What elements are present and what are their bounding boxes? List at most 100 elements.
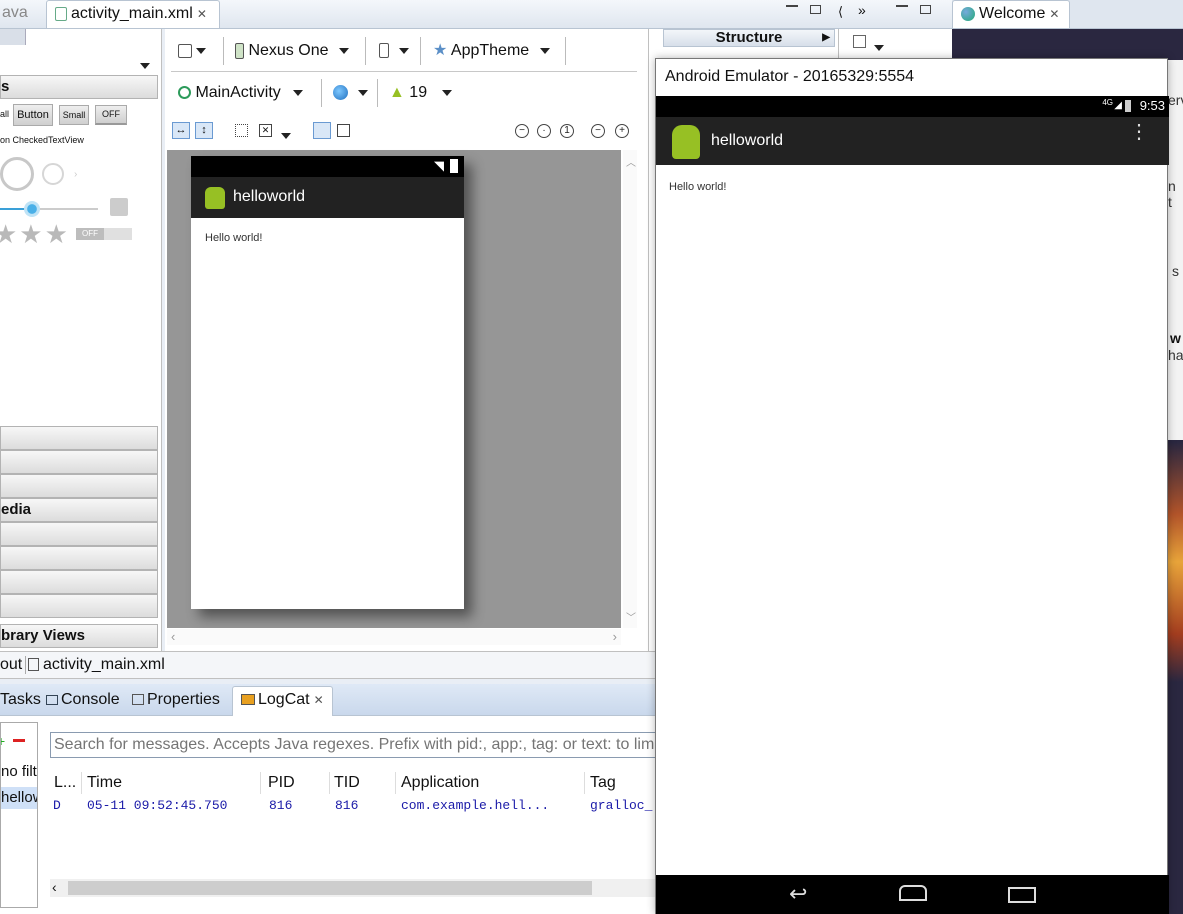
column-level[interactable]: L... <box>50 772 82 794</box>
gravity-icon[interactable]: ✕ <box>259 124 272 137</box>
canvas-horizontal-scrollbar[interactable]: ‹ › <box>167 629 621 645</box>
column-application[interactable]: Application <box>397 772 585 794</box>
welcome-text-partial-2: n t <box>1168 178 1176 210</box>
tab-logcat[interactable]: LogCat ✕ <box>232 686 333 716</box>
palette-section-transitions[interactable] <box>0 546 158 570</box>
table-row[interactable]: D 05-11 09:52:45.750 816 816 com.example… <box>50 798 656 816</box>
globe-icon <box>333 85 348 101</box>
scroll-left-icon[interactable]: ‹ <box>171 629 175 644</box>
logcat-horizontal-scrollbar[interactable]: ‹ <box>50 879 656 897</box>
palette-section-other[interactable] <box>0 594 158 618</box>
emulator-hello-text[interactable]: Hello world! <box>669 181 726 193</box>
overflow-menu-icon[interactable]: ⋮ <box>1129 122 1149 142</box>
tab-graphical-layout[interactable]: out <box>0 656 27 674</box>
filter-item-all[interactable]: no filt <box>1 763 37 780</box>
maximize-icon[interactable] <box>810 5 821 14</box>
gravity-dropdown[interactable] <box>281 127 291 144</box>
theme-chooser[interactable]: ★ AppTheme <box>433 40 550 62</box>
welcome-icon <box>961 6 975 21</box>
palette-section-widgets[interactable]: s <box>0 75 158 99</box>
activity-chooser[interactable]: MainActivity <box>178 82 304 104</box>
palette-checked-text-view[interactable]: on CheckedTextView <box>0 135 84 145</box>
tab-welcome[interactable]: Welcome ✕ <box>952 0 1070 28</box>
palette-small-button-partial[interactable]: all <box>0 109 9 119</box>
palette-switch-widget[interactable]: OFF <box>76 228 132 240</box>
preview-action-bar: helloworld <box>191 177 464 218</box>
palette-section-text-fields[interactable] <box>0 426 158 450</box>
column-time[interactable]: Time <box>83 772 261 794</box>
add-filter-icon[interactable]: + <box>1 733 5 749</box>
logcat-panel: + no filt hellow L... Time PID TID Appli… <box>0 716 656 914</box>
home-icon[interactable] <box>899 885 927 901</box>
column-pid[interactable]: PID <box>264 772 330 794</box>
toggle-fill-width-icon[interactable]: ↔ <box>172 122 190 139</box>
palette-quick-contact[interactable] <box>110 198 128 216</box>
baseline-icon[interactable] <box>313 122 331 139</box>
layout-canvas[interactable]: ◥ helloworld Hello world! <box>167 150 621 628</box>
toggle-fill-height-icon[interactable]: ↕ <box>195 122 213 139</box>
minimize-icon[interactable] <box>896 4 908 7</box>
palette-dropdown-arrow[interactable] <box>140 57 150 74</box>
zoom-in-icon[interactable]: + <box>615 124 629 138</box>
tab-activity-main-xml[interactable]: activity_main.xml ✕ <box>46 0 220 28</box>
tab-properties[interactable]: Properties <box>124 687 228 715</box>
palette-section-composite[interactable] <box>0 474 158 498</box>
chevron-right-icon[interactable]: ▶ <box>822 30 830 46</box>
canvas-vertical-scrollbar[interactable]: ︿ ﹀ <box>623 150 637 628</box>
logcat-search-input[interactable] <box>50 732 656 758</box>
palette-button-widget[interactable]: Button <box>13 104 53 126</box>
scroll-right-icon[interactable]: › <box>613 629 617 644</box>
back-icon[interactable]: ↩ <box>789 881 807 907</box>
palette-seekbar-thumb[interactable] <box>24 201 40 217</box>
close-icon[interactable]: ✕ <box>1049 7 1059 21</box>
structure-header[interactable]: Structure ▶ <box>663 29 835 47</box>
palette-progress-large[interactable] <box>0 157 34 191</box>
palette-section-custom-library[interactable]: brary Views <box>0 624 158 648</box>
palette-small-button-widget[interactable]: Small <box>59 105 89 125</box>
tab-xml-source[interactable]: activity_main.xml <box>28 656 165 674</box>
palette-progress-small[interactable]: › <box>74 169 77 180</box>
zoom-out-icon[interactable]: − <box>515 124 529 138</box>
margins-icon[interactable] <box>235 124 248 137</box>
minimize-icon[interactable] <box>786 4 798 7</box>
tab-java-partial[interactable]: ava <box>0 0 36 28</box>
config-chooser[interactable] <box>178 40 207 62</box>
scroll-up-icon[interactable]: ︿ <box>626 154 636 169</box>
scroll-left-icon[interactable]: ‹ <box>52 879 57 895</box>
palette-section-layouts[interactable] <box>0 450 158 474</box>
center-icon[interactable] <box>337 124 350 137</box>
palette-progress-normal[interactable] <box>42 163 64 185</box>
column-tid[interactable]: TID <box>330 772 396 794</box>
preview-hello-text[interactable]: Hello world! <box>205 232 262 244</box>
column-tag[interactable]: Tag <box>586 772 656 794</box>
device-preview[interactable]: ◥ helloworld Hello world! <box>191 156 464 609</box>
close-icon[interactable]: ✕ <box>197 7 207 21</box>
filter-item-helloworld[interactable]: hellow <box>1 787 37 809</box>
tab-console[interactable]: Console <box>38 687 128 715</box>
scrollbar-thumb[interactable] <box>68 881 592 895</box>
chevron-more-icon[interactable]: » <box>858 2 866 18</box>
palette-rating-bar[interactable]: ★★★ <box>0 219 70 250</box>
device-chooser[interactable]: Nexus One <box>235 40 349 62</box>
api-level-chooser[interactable]: ▲ 19 <box>389 82 452 104</box>
remove-filter-icon[interactable] <box>13 739 25 742</box>
xml-source-icon <box>28 658 39 672</box>
locale-chooser[interactable] <box>333 82 369 104</box>
new-element-dropdown[interactable] <box>874 39 884 56</box>
palette-section-media[interactable]: edia <box>0 498 158 522</box>
zoom-actual-icon[interactable]: 1 <box>560 124 574 138</box>
maximize-icon[interactable] <box>920 5 931 14</box>
zoom-fit-icon[interactable]: · <box>537 124 551 138</box>
palette-section-time-date[interactable] <box>0 522 158 546</box>
scroll-down-icon[interactable]: ﹀ <box>626 609 636 624</box>
app-launcher-icon[interactable] <box>672 125 700 159</box>
orientation-chooser[interactable] <box>379 40 410 62</box>
new-element-icon[interactable] <box>853 35 866 48</box>
close-icon[interactable]: ✕ <box>314 693 324 707</box>
view-menu-icon[interactable]: ⟨ <box>838 4 843 20</box>
palette-off-toggle-widget[interactable]: OFF <box>95 105 127 125</box>
recents-icon[interactable] <box>1008 887 1036 903</box>
zoom-out-small-icon[interactable]: − <box>591 124 605 138</box>
palette-section-advanced[interactable] <box>0 570 158 594</box>
android-icon: ▲ <box>389 84 405 101</box>
